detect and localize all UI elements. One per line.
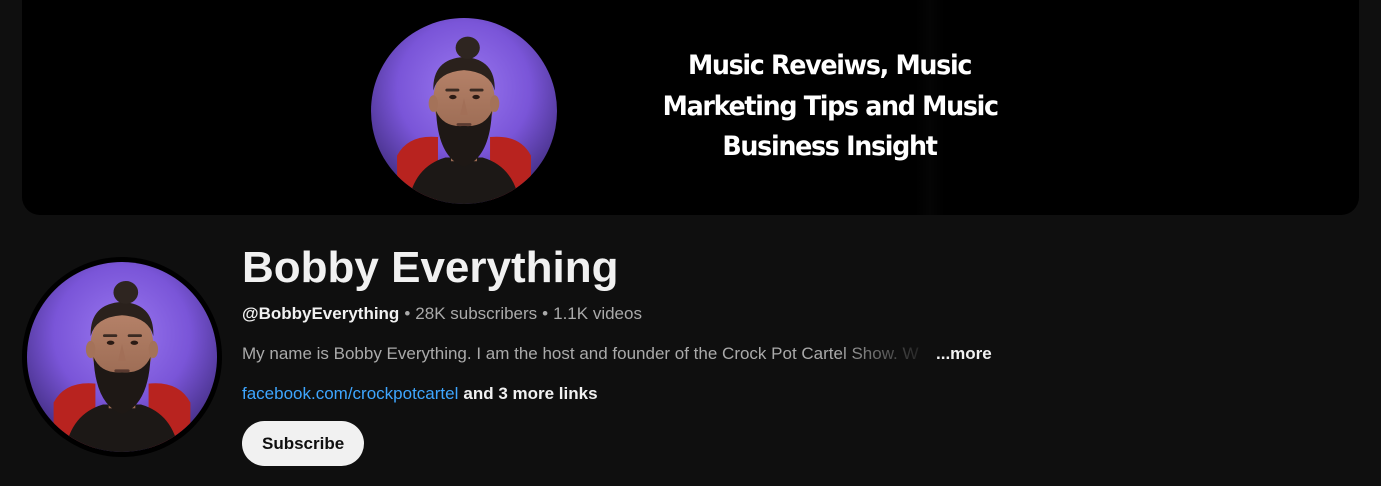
channel-page: Music Reveiws, Music Marketing Tips and … [0, 0, 1381, 486]
avatar-image [27, 262, 217, 452]
channel-description[interactable]: My name is Bobby Everything. I am the ho… [242, 342, 1002, 366]
banner-tagline: Music Reveiws, Music Marketing Tips and … [662, 46, 999, 168]
banner-portrait-image [371, 18, 557, 204]
banner-tagline-line: Marketing Tips and Music [662, 90, 999, 122]
video-count: 1.1K videos [553, 304, 642, 323]
channel-handle: @BobbyEverything [242, 304, 400, 323]
banner-portrait [371, 18, 557, 204]
channel-meta: @BobbyEverything • 28K subscribers • 1.1K vi… [242, 302, 642, 326]
facebook-link[interactable]: facebook.com/crockpotcartel [242, 384, 458, 403]
avatar-photo [27, 262, 217, 452]
subscribe-button[interactable]: Subscribe [242, 421, 365, 466]
meta-separator: • [404, 304, 411, 323]
banner-tagline-line: Business Insight [722, 131, 938, 162]
more-button[interactable]: ...more [936, 342, 992, 366]
more-links-button[interactable]: and 3 more links [463, 384, 597, 403]
meta-separator: • [542, 304, 549, 323]
description-text: My name is Bobby Everything. I am the ho… [242, 344, 919, 363]
subscriber-count: 28K subscribers [415, 304, 538, 323]
channel-links: facebook.com/crockpotcartel and 3 more li… [242, 382, 598, 406]
channel-avatar[interactable] [22, 257, 222, 457]
channel-name: Bobby Everything [242, 243, 619, 292]
banner-tagline-line: Music Reveiws, Music [687, 50, 972, 81]
channel-banner: Music Reveiws, Music Marketing Tips and … [22, 0, 1359, 215]
